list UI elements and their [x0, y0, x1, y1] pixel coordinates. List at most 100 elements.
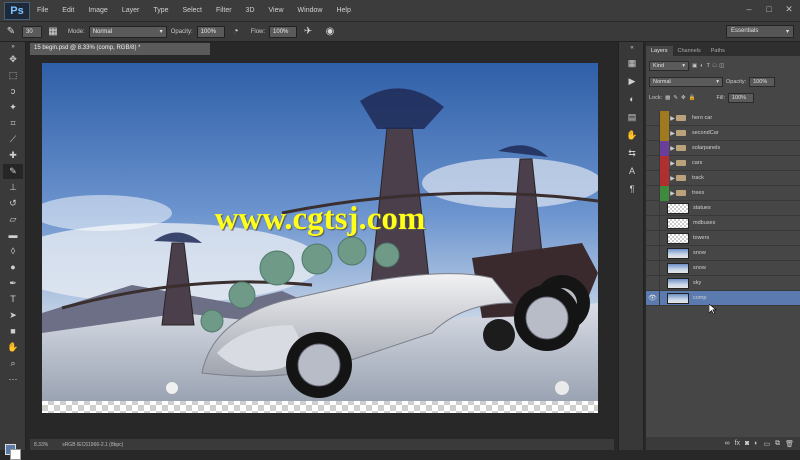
paragraph-panel-icon[interactable]: ¶ — [624, 182, 640, 196]
menu-layer[interactable]: Layer — [115, 7, 147, 14]
layer-name[interactable]: cars — [692, 160, 702, 166]
layer-thumbnail[interactable] — [667, 217, 689, 229]
panel-expand-icon[interactable]: « — [624, 44, 640, 52]
layer-thumbnail[interactable] — [667, 292, 689, 304]
actions-panel-icon[interactable]: ▶ — [624, 74, 640, 88]
lock-all-icon[interactable]: 🔒 — [689, 95, 696, 101]
filter-shape-icon[interactable]: □ — [713, 63, 716, 69]
document-tab[interactable]: 15 begin.psd @ 8.33% (comp, RGB/8) * — [30, 43, 210, 55]
mode-select[interactable]: Normal ▾ — [88, 25, 167, 38]
dodge-tool-icon[interactable]: ● — [3, 260, 23, 275]
layer-opacity-field[interactable]: 100% — [749, 76, 776, 87]
layer-row[interactable]: sky — [646, 275, 800, 291]
tab-channels[interactable]: Channels — [673, 46, 706, 56]
visibility-toggle-icon[interactable] — [646, 230, 660, 246]
visibility-toggle-icon[interactable] — [646, 215, 660, 231]
layer-row[interactable]: ▶ trees — [646, 185, 800, 201]
visibility-toggle-icon[interactable] — [646, 125, 660, 141]
layer-thumbnail[interactable] — [667, 247, 689, 259]
expand-group-icon[interactable]: ▶ — [669, 130, 676, 137]
expand-group-icon[interactable]: ▶ — [669, 175, 676, 182]
filter-smart-icon[interactable]: ◫ — [719, 63, 724, 69]
layer-name[interactable]: comp — [693, 295, 706, 301]
layer-row[interactable]: ▶ solarpanels — [646, 140, 800, 156]
layer-thumbnail[interactable] — [667, 262, 689, 274]
layer-name[interactable]: statues — [693, 205, 711, 211]
menu-image[interactable]: Image — [81, 7, 114, 14]
brush-panel-icon[interactable]: ▦ — [45, 25, 61, 39]
layer-thumbnail[interactable] — [667, 277, 689, 289]
layer-name[interactable]: mdbuses — [693, 220, 715, 226]
lock-pixels-icon[interactable]: ✎ — [673, 95, 678, 101]
layer-row[interactable]: 👁 comp — [646, 290, 800, 306]
menu-window[interactable]: Window — [291, 7, 330, 14]
canvas-area[interactable]: www.cgtsj.com — [30, 55, 614, 439]
menu-filter[interactable]: Filter — [209, 7, 239, 14]
layer-row[interactable]: ▶ cars — [646, 155, 800, 171]
layer-row[interactable]: towers — [646, 230, 800, 246]
visibility-toggle-icon[interactable] — [646, 155, 660, 171]
gradient-tool-icon[interactable]: ▬ — [3, 228, 23, 243]
history-brush-tool-icon[interactable]: ↺ — [3, 196, 23, 211]
filter-type-icon[interactable]: T — [707, 63, 710, 69]
visibility-toggle-icon[interactable]: 👁 — [646, 290, 660, 306]
healing-brush-tool-icon[interactable]: ✚ — [3, 148, 23, 163]
history-panel-icon[interactable]: ▦ — [624, 56, 640, 70]
crop-tool-icon[interactable]: ⌗ — [3, 116, 23, 131]
character-panel-icon[interactable]: A — [624, 164, 640, 178]
layer-row[interactable]: snow — [646, 260, 800, 276]
shape-tool-icon[interactable]: ■ — [3, 324, 23, 339]
layer-name[interactable]: trees — [692, 190, 704, 196]
pressure-opacity-icon[interactable]: ◔ — [228, 25, 244, 39]
layer-row[interactable]: ▶ secondCar — [646, 125, 800, 141]
opacity-field[interactable]: 100% — [196, 25, 225, 38]
adjustments-panel-icon[interactable]: ◐ — [624, 92, 640, 106]
brush-tool-icon[interactable]: ✎ — [3, 164, 23, 179]
background-color-swatch[interactable] — [10, 449, 21, 460]
menu-help[interactable]: Help — [329, 7, 357, 14]
delete-layer-icon[interactable]: 🗑 — [785, 440, 794, 448]
menu-select[interactable]: Select — [176, 7, 209, 14]
menu-view[interactable]: View — [262, 7, 291, 14]
layer-row[interactable]: snow — [646, 245, 800, 261]
visibility-toggle-icon[interactable] — [646, 185, 660, 201]
layer-name[interactable]: towers — [693, 235, 709, 241]
brush-size-picker[interactable]: 30 — [22, 25, 42, 38]
layer-style-icon[interactable]: fx — [735, 440, 740, 447]
eraser-tool-icon[interactable]: ▱ — [3, 212, 23, 227]
expand-group-icon[interactable]: ▶ — [669, 190, 676, 197]
flow-field[interactable]: 100% — [269, 25, 298, 38]
layer-name[interactable]: solarpanels — [692, 145, 720, 151]
airbrush-icon[interactable]: ✈ — [300, 25, 316, 39]
adjustment-layer-icon[interactable]: ◐ — [754, 440, 758, 447]
add-mask-icon[interactable]: ◙ — [745, 440, 749, 447]
marquee-tool-icon[interactable]: ⬚ — [3, 68, 23, 83]
panel-collapse-icon[interactable]: » — [3, 43, 23, 51]
maximize-button[interactable]: □ — [762, 3, 776, 15]
path-selection-tool-icon[interactable]: ➤ — [3, 308, 23, 323]
pen-tool-icon[interactable]: ✒ — [3, 276, 23, 291]
layer-name[interactable]: hero car — [692, 115, 712, 121]
pressure-size-icon[interactable]: ◉ — [322, 25, 338, 39]
fill-field[interactable]: 100% — [728, 92, 754, 103]
menu-file[interactable]: File — [30, 7, 55, 14]
layer-name[interactable]: snow — [693, 250, 706, 256]
layer-row[interactable]: ▶ hero car — [646, 110, 800, 126]
expand-group-icon[interactable]: ▶ — [669, 145, 676, 152]
workspace-switcher[interactable]: Essentials ▾ — [726, 25, 794, 38]
expand-group-icon[interactable]: ▶ — [669, 160, 676, 167]
zoom-tool-icon[interactable]: ⌕ — [3, 356, 23, 371]
menu-3d[interactable]: 3D — [239, 7, 262, 14]
visibility-toggle-icon[interactable] — [646, 140, 660, 156]
new-layer-icon[interactable]: ⧉ — [775, 440, 780, 448]
filter-pixel-icon[interactable]: ▣ — [692, 63, 697, 69]
blend-mode-select[interactable]: Normal ▾ — [649, 76, 723, 87]
brush-presets-icon[interactable]: ⇆ — [624, 146, 640, 160]
quick-select-tool-icon[interactable]: ✦ — [3, 100, 23, 115]
layer-name[interactable]: snow — [693, 265, 706, 271]
new-group-icon[interactable]: ▭ — [763, 440, 770, 448]
visibility-toggle-icon[interactable] — [646, 110, 660, 126]
visibility-toggle-icon[interactable] — [646, 245, 660, 261]
visibility-toggle-icon[interactable] — [646, 275, 660, 291]
menu-edit[interactable]: Edit — [55, 7, 81, 14]
